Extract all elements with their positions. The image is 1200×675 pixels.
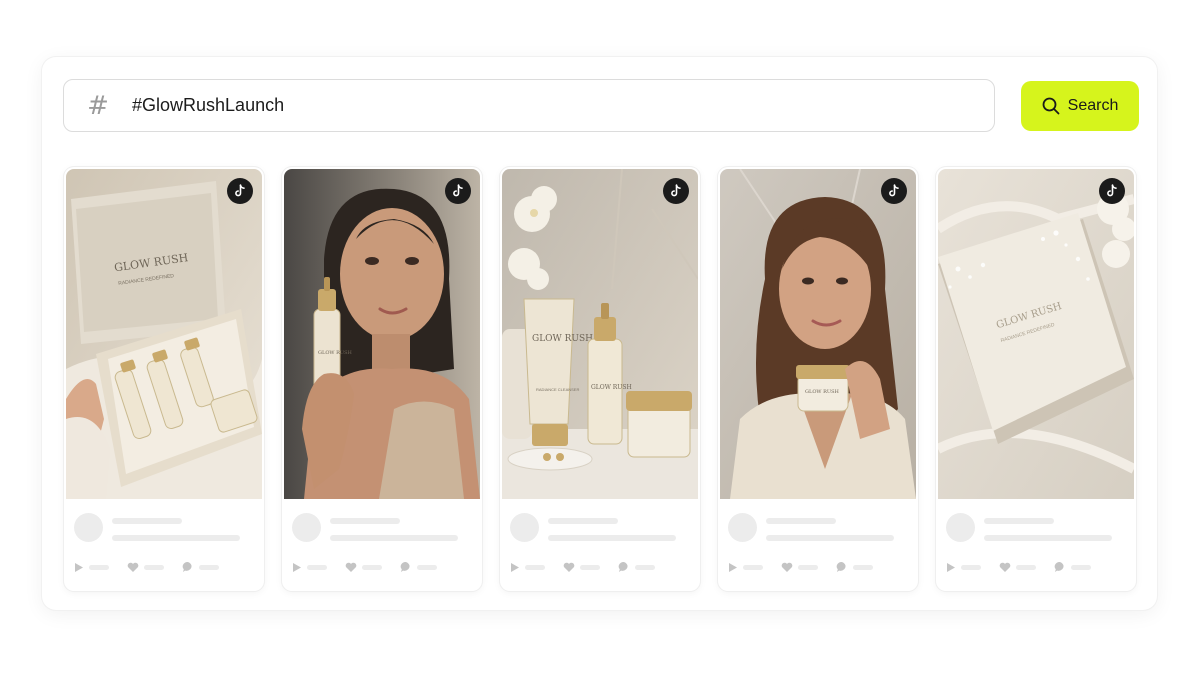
play-icon [75, 562, 83, 572]
video-stats [292, 561, 455, 573]
caption-placeholder [984, 535, 1112, 541]
hashtag-search-field[interactable]: # #GlowRushLaunch [63, 79, 995, 132]
heart-icon [127, 562, 139, 572]
likes-stat [345, 562, 382, 573]
caption-placeholder [548, 535, 676, 541]
play-icon [511, 562, 519, 572]
views-placeholder [743, 564, 763, 570]
svg-text:RADIANCE CLEANSER: RADIANCE CLEANSER [536, 387, 579, 392]
comment-icon [182, 561, 192, 572]
views-stat [728, 562, 763, 573]
avatar [510, 513, 539, 542]
comments-placeholder [635, 564, 655, 570]
likes-stat [127, 562, 164, 573]
views-stat [946, 562, 981, 573]
search-button[interactable]: Search [1021, 81, 1139, 131]
likes-stat [999, 562, 1036, 573]
avatar [728, 513, 757, 542]
video-card[interactable]: GLOW RUSH RADIANCE CLEANSER GLOW RUSH [500, 167, 700, 591]
tiktok-icon [663, 178, 689, 204]
svg-text:GLOW RUSH: GLOW RUSH [591, 384, 632, 391]
comment-icon [836, 561, 846, 572]
views-placeholder [89, 564, 109, 570]
tiktok-icon [881, 178, 907, 204]
play-icon [293, 562, 301, 572]
caption-placeholder [112, 535, 240, 541]
username-placeholder [984, 518, 1054, 524]
video-thumbnail[interactable]: GLOW RUSH RADIANCE CLEANSER GLOW RUSH [502, 169, 698, 499]
search-query-text[interactable]: #GlowRushLaunch [132, 95, 284, 116]
likes-placeholder [144, 564, 164, 570]
play-icon [729, 562, 737, 572]
caption-placeholder [766, 535, 894, 541]
comments-stat [618, 561, 655, 573]
comments-placeholder [853, 564, 873, 570]
video-card[interactable]: GLOW RUSH [282, 167, 482, 591]
heart-icon [999, 562, 1011, 572]
heart-icon [781, 562, 793, 572]
video-stats [946, 561, 1109, 573]
heart-icon [563, 562, 575, 572]
comments-placeholder [199, 564, 219, 570]
video-results-grid: GLOW RUSH RADIANCE REDEFINED GLOW RUSH G… [64, 167, 1136, 591]
username-placeholder [766, 518, 836, 524]
video-thumbnail[interactable]: GLOW RUSH RADIANCE REDEFINED [66, 169, 262, 499]
tiktok-icon [227, 178, 253, 204]
username-placeholder [112, 518, 182, 524]
username-placeholder [548, 518, 618, 524]
video-thumbnail[interactable]: GLOW RUSH [720, 169, 916, 499]
likes-placeholder [798, 564, 818, 570]
comments-stat [1054, 561, 1091, 573]
tiktok-icon [1099, 178, 1125, 204]
heart-icon [345, 562, 357, 572]
video-thumbnail[interactable]: GLOW RUSH [284, 169, 480, 499]
video-card[interactable]: GLOW RUSH RADIANCE REDEFINED [936, 167, 1136, 591]
comments-stat [836, 561, 873, 573]
hash-icon: # [87, 90, 109, 121]
svg-text:GLOW RUSH: GLOW RUSH [805, 389, 840, 395]
video-stats [510, 561, 673, 573]
search-icon [1042, 97, 1060, 115]
avatar [292, 513, 321, 542]
views-placeholder [307, 564, 327, 570]
likes-stat [781, 562, 818, 573]
views-stat [74, 562, 109, 573]
caption-placeholder [330, 535, 458, 541]
comment-icon [618, 561, 628, 572]
views-placeholder [525, 564, 545, 570]
video-stats [728, 561, 891, 573]
video-stats [74, 561, 237, 573]
search-button-label: Search [1067, 97, 1119, 114]
views-stat [510, 562, 545, 573]
comments-placeholder [1071, 564, 1091, 570]
views-placeholder [961, 564, 981, 570]
comments-stat [400, 561, 437, 573]
likes-placeholder [580, 564, 600, 570]
comment-icon [400, 561, 410, 572]
comments-stat [182, 561, 219, 573]
video-thumbnail[interactable]: GLOW RUSH RADIANCE REDEFINED [938, 169, 1134, 499]
likes-placeholder [362, 564, 382, 570]
svg-text:GLOW RUSH: GLOW RUSH [318, 350, 353, 356]
play-icon [947, 562, 955, 572]
search-panel: # #GlowRushLaunch Search GLOW RUSH RADIA… [42, 57, 1157, 610]
likes-stat [563, 562, 600, 573]
tiktok-icon [445, 178, 471, 204]
video-card[interactable]: GLOW RUSH [718, 167, 918, 591]
comment-icon [1054, 561, 1064, 572]
username-placeholder [330, 518, 400, 524]
likes-placeholder [1016, 564, 1036, 570]
comments-placeholder [417, 564, 437, 570]
views-stat [292, 562, 327, 573]
svg-text:GLOW RUSH: GLOW RUSH [532, 334, 593, 344]
video-card[interactable]: GLOW RUSH RADIANCE REDEFINED [64, 167, 264, 591]
avatar [946, 513, 975, 542]
avatar [74, 513, 103, 542]
